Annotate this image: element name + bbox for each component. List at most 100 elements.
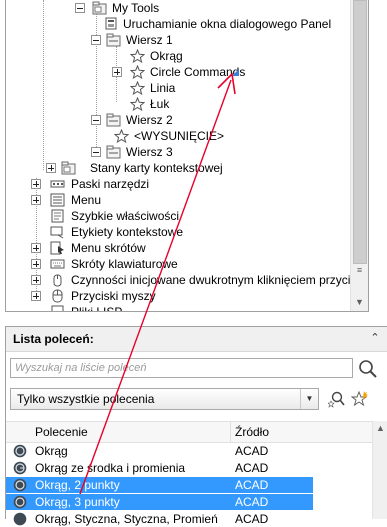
collapse-toggle[interactable] [91, 147, 101, 157]
new-command-icon[interactable] [351, 390, 369, 408]
tree-item-label: Pliki LISP [71, 305, 123, 312]
tree-item-keyboard-shortcuts[interactable]: Skróty klawiaturowe [6, 256, 346, 272]
tree-item-label: <WYSUNIĘCIE> [134, 129, 225, 143]
tree-item-linia[interactable]: Linia [6, 80, 346, 96]
panel-title: Lista poleceń: [13, 332, 94, 346]
properties-icon [51, 209, 64, 223]
star-icon [130, 81, 145, 95]
tree-item-wiersz-3[interactable]: Wiersz 3 [6, 144, 346, 160]
star-icon [114, 129, 129, 143]
tree-item-circle-commands[interactable]: Circle Commands [6, 64, 346, 80]
tree-item-label: Łuk [150, 97, 170, 111]
toolbar-icon [50, 180, 65, 188]
table-row[interactable]: Okrąg ACAD [6, 443, 313, 459]
table-row-selected[interactable]: Okrąg, 3 punkty ACAD [6, 494, 313, 510]
expand-toggle[interactable] [31, 179, 41, 189]
expand-toggle[interactable] [31, 195, 41, 205]
tree-item-wiersz-1[interactable]: Wiersz 1 [6, 32, 346, 48]
tree-item-label: My Tools [112, 1, 160, 15]
tree-item-double-click-actions[interactable]: Czynności inicjowane dwukrotnym kliknięc… [6, 272, 368, 288]
row-folder-icon [106, 145, 121, 159]
tree-item-wiersz-2[interactable]: Wiersz 2 [6, 112, 346, 128]
tree-item-okrag[interactable]: Okrąg [6, 48, 346, 64]
cell-command: Okrąg, 2 punkty [35, 478, 120, 492]
expand-toggle[interactable] [31, 291, 41, 301]
tree-item-contextual-tab-states[interactable]: Stany karty kontekstowej [6, 160, 346, 176]
star-icon [130, 97, 145, 111]
tree-item-label: Wiersz 1 [126, 33, 173, 47]
drop-target-marker-icon [232, 69, 239, 76]
tree-item-panel-launcher[interactable]: Uruchamianie okna dialogowego Panel [6, 16, 346, 32]
circle-command-icon [13, 444, 27, 458]
scroll-up-arrow-icon[interactable]: ▲ [373, 423, 387, 433]
keyboard-icon [50, 259, 65, 269]
shortcut-menu-icon [50, 241, 64, 255]
expand-toggle[interactable] [31, 275, 41, 285]
tree-item-wysuniecie[interactable]: <WYSUNIĘCIE> [6, 128, 346, 144]
circle-2-point-icon [13, 478, 27, 492]
folder-icon [61, 161, 76, 175]
command-list-header: Lista poleceń: ⌃ [6, 327, 387, 352]
collapse-toggle[interactable] [91, 35, 101, 45]
tree-item-label: Szybkie właściwości [71, 209, 180, 223]
tree-item-shortcut-menus[interactable]: Menu skrótów [6, 240, 346, 256]
expand-toggle[interactable] [46, 163, 56, 173]
menu-icon [50, 193, 65, 207]
command-list-panel: Lista poleceń: ⌃ Wyszukaj na liście pole… [5, 326, 387, 526]
customization-tree[interactable]: My Tools Uruchamianie okna dialogowego P… [5, 0, 369, 312]
tree-item-rollover-tooltips[interactable]: Etykiety kontekstowe [6, 224, 346, 240]
collapse-toggle[interactable] [91, 115, 101, 125]
cell-command: Okrąg, 3 punkty [35, 495, 120, 509]
scroll-grip-icon: ≡ [356, 265, 363, 275]
tree-item-label: Wiersz 3 [126, 145, 173, 159]
column-header-command[interactable]: Polecenie [35, 425, 88, 439]
tree-item-luk[interactable]: Łuk [6, 96, 346, 112]
tree-item-toolbars[interactable]: Paski narzędzi [6, 176, 346, 192]
tree-item-label: Skróty klawiaturowe [71, 257, 178, 271]
command-search-input[interactable]: Wyszukaj na liście poleceń [10, 358, 353, 378]
circle-3-point-icon [13, 495, 27, 509]
column-header-source[interactable]: Źródło [235, 425, 269, 439]
expand-toggle[interactable] [31, 259, 41, 269]
tree-item-label: Menu skrótów [71, 241, 146, 255]
cell-source: ACAD [235, 512, 269, 526]
star-icon [130, 49, 145, 63]
cell-command: Okrąg [35, 444, 68, 458]
tree-item-label: Przyciski myszy [71, 289, 156, 303]
cell-source: ACAD [235, 461, 269, 475]
tree-item-quick-properties[interactable]: Szybkie właściwości [6, 208, 346, 224]
row-folder-icon [106, 33, 121, 47]
lisp-icon [51, 305, 64, 311]
scrollbar-thumb[interactable] [353, 0, 367, 264]
tree-item-label: Paski narzędzi [71, 177, 150, 191]
table-row-selected[interactable]: Okrąg, 2 punkty ACAD [6, 477, 313, 493]
search-icon[interactable] [357, 358, 379, 380]
table-row[interactable]: Okrąg ze środka i promienia ACAD [6, 460, 313, 476]
tree-item-lisp-files[interactable]: Pliki LISP [6, 304, 346, 312]
tooltip-icon [50, 226, 64, 239]
star-icon [130, 65, 145, 79]
command-filter-dropdown[interactable]: Tylko wszystkie polecenia ▼ [10, 388, 319, 410]
filter-selected-value: Tylko wszystkie polecenia [17, 392, 155, 406]
search-placeholder: Wyszukaj na liście poleceń [15, 362, 147, 374]
tree-scrollbar[interactable]: ≡ ▼ [350, 0, 368, 311]
cell-source: ACAD [235, 444, 269, 458]
chevron-down-icon[interactable]: ▼ [300, 389, 318, 409]
tree-item-label: Stany karty kontekstowej [90, 161, 223, 175]
folder-icon [92, 1, 107, 15]
find-command-icon[interactable] [328, 390, 346, 408]
scroll-down-arrow-icon[interactable]: ▼ [351, 294, 368, 311]
tree-item-label: Linia [150, 81, 176, 95]
table-scrollbar[interactable]: ▲ [372, 421, 387, 519]
tree-item-mouse-buttons[interactable]: Przyciski myszy [6, 288, 346, 304]
tree-item-menu[interactable]: Menu [6, 192, 346, 208]
panel-icon [105, 17, 117, 30]
table-row[interactable]: Okrąg, Styczna, Styczna, Promień ACAD [6, 511, 313, 527]
expand-toggle[interactable] [112, 67, 122, 77]
tree-item-my-tools[interactable]: My Tools [6, 0, 346, 16]
expand-toggle[interactable] [31, 243, 41, 253]
collapse-toggle[interactable] [75, 3, 85, 13]
collapse-chevron-icon[interactable]: ⌃ [367, 330, 383, 346]
tree-item-label: Okrąg [150, 49, 183, 63]
column-divider[interactable] [230, 422, 231, 442]
